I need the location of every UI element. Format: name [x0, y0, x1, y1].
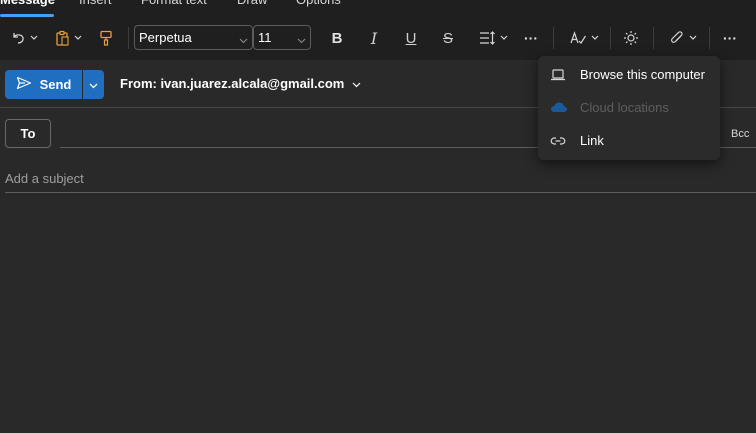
- menu-item-label: Browse this computer: [580, 67, 705, 82]
- chevron-down-icon: [297, 32, 306, 47]
- menu-item-label: Link: [580, 133, 604, 148]
- send-icon: [16, 76, 32, 93]
- attach-menu: Browse this computer Cloud locations Lin…: [538, 56, 720, 160]
- ribbon-toolbar: Perpetua 11 B I U S ··· ···: [0, 17, 756, 60]
- to-button[interactable]: To: [5, 119, 51, 148]
- strikethrough-button[interactable]: S: [435, 25, 461, 51]
- chevron-down-icon: [30, 35, 38, 41]
- spelling-icon: [569, 30, 587, 46]
- separator: [128, 27, 129, 49]
- attach-file-button[interactable]: [664, 25, 702, 51]
- bold-button[interactable]: B: [324, 25, 350, 51]
- overflow-menu-button[interactable]: ···: [718, 25, 742, 51]
- menu-item-label: Cloud locations: [580, 100, 669, 115]
- cloud-icon: [550, 101, 568, 116]
- chevron-down-icon: [89, 76, 98, 94]
- ribbon-tabs: Message Insert Format text Draw Options: [0, 0, 756, 17]
- tab-format-text[interactable]: Format text: [141, 0, 207, 8]
- subject-input[interactable]: Add a subject: [5, 171, 84, 186]
- menu-item-browse-computer[interactable]: Browse this computer: [538, 60, 720, 90]
- chevron-down-icon: [352, 76, 361, 91]
- underline-button[interactable]: U: [398, 25, 424, 51]
- font-name-value: Perpetua: [139, 30, 192, 45]
- line-spacing-icon: [478, 30, 496, 46]
- separator: [653, 27, 654, 49]
- tab-insert[interactable]: Insert: [79, 0, 112, 8]
- more-formatting-button[interactable]: ···: [519, 25, 543, 51]
- chevron-down-icon: [689, 35, 697, 41]
- send-label: Send: [39, 77, 72, 92]
- undo-icon: [10, 30, 26, 46]
- separator: [553, 27, 554, 49]
- chevron-down-icon: [239, 32, 248, 47]
- format-painter-icon: [98, 30, 114, 46]
- strikethrough-icon: S: [442, 29, 453, 47]
- send-options-button[interactable]: [83, 70, 104, 99]
- chevron-down-icon: [500, 35, 508, 41]
- more-icon: ···: [723, 30, 737, 46]
- tab-draw[interactable]: Draw: [237, 0, 267, 8]
- from-selector[interactable]: From: ivan.juarez.alcala@gmail.com: [120, 76, 361, 91]
- more-icon: ···: [524, 30, 538, 46]
- chevron-down-icon: [591, 35, 599, 41]
- separator: [610, 27, 611, 49]
- send-button[interactable]: Send: [5, 70, 82, 99]
- clipboard-icon: [54, 30, 70, 46]
- italic-button[interactable]: I: [361, 25, 387, 51]
- undo-button[interactable]: [6, 25, 42, 51]
- editor-button[interactable]: [565, 25, 603, 51]
- subject-underline: [5, 192, 756, 193]
- bold-icon: B: [331, 29, 343, 47]
- paragraph-spacing-button[interactable]: [474, 25, 512, 51]
- from-address: From: ivan.juarez.alcala@gmail.com: [120, 76, 345, 91]
- laptop-icon: [550, 68, 566, 85]
- sun-icon: [623, 30, 639, 46]
- menu-item-cloud-locations: Cloud locations: [538, 93, 720, 123]
- to-label: To: [20, 126, 36, 141]
- separator: [709, 27, 710, 49]
- menu-item-link[interactable]: Link: [538, 126, 720, 156]
- format-painter-button[interactable]: [94, 25, 118, 51]
- italic-icon: I: [370, 28, 378, 48]
- font-size-dropdown[interactable]: 11: [253, 25, 311, 50]
- tab-options[interactable]: Options: [296, 0, 341, 8]
- link-icon: [550, 134, 566, 151]
- underline-icon: U: [405, 29, 417, 47]
- toggle-light-button[interactable]: [619, 25, 643, 51]
- paste-button[interactable]: [50, 25, 86, 51]
- chevron-down-icon: [74, 35, 82, 41]
- paperclip-icon: [669, 30, 685, 46]
- bcc-button[interactable]: Bcc: [731, 128, 749, 140]
- font-name-dropdown[interactable]: Perpetua: [134, 25, 253, 50]
- tab-message[interactable]: Message: [0, 0, 55, 8]
